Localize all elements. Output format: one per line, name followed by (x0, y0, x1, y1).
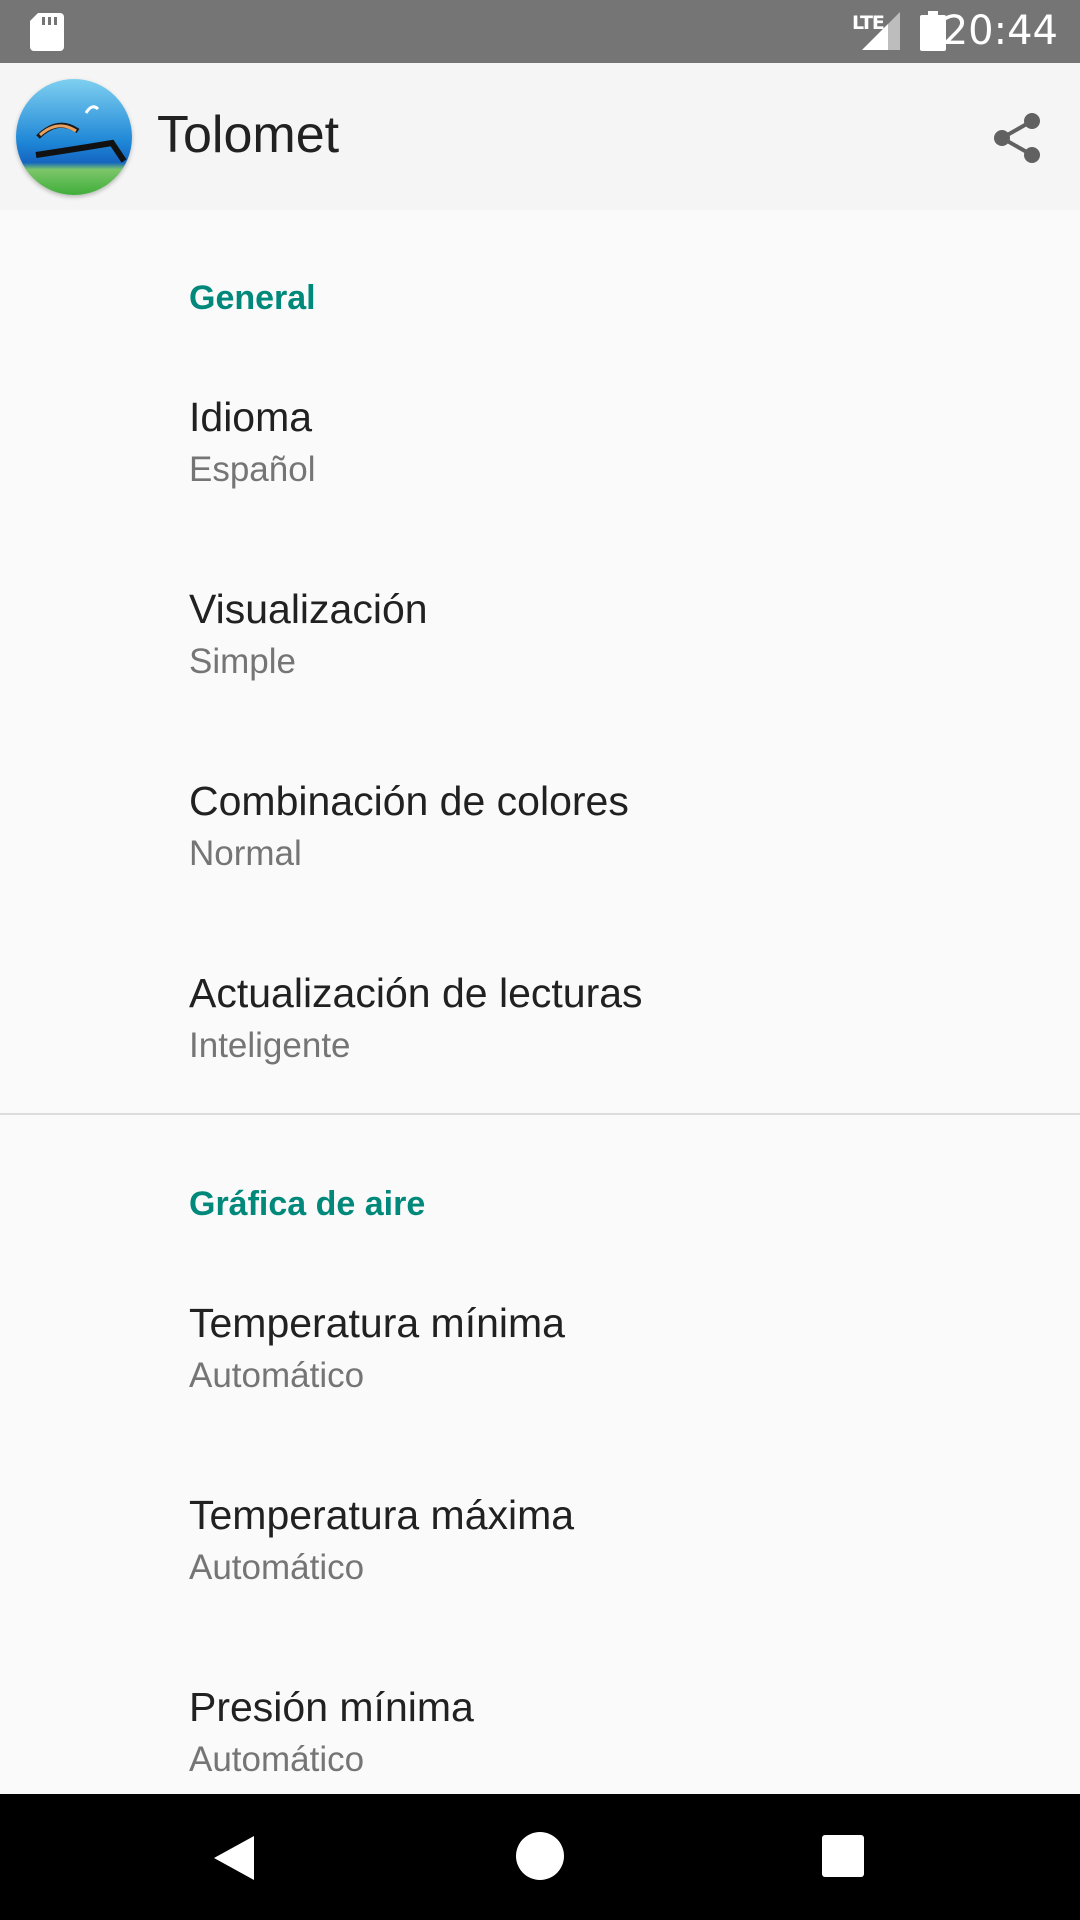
pref-idioma[interactable]: Idioma Español (0, 394, 1080, 586)
pref-summary: Automático (189, 1356, 365, 1395)
app-title: Tolomet (157, 106, 340, 164)
sd-card-icon (30, 13, 64, 51)
app-logo (16, 79, 132, 195)
signal-icon (862, 12, 900, 50)
pref-summary: Automático (189, 1548, 365, 1587)
pref-presion-minima[interactable]: Presión mínima Automático (0, 1684, 1080, 1794)
pref-title: Combinación de colores (189, 778, 629, 824)
pref-combinacion-colores[interactable]: Combinación de colores Normal (0, 778, 1080, 970)
preferences-list: General Idioma Español Visualización Sim… (0, 210, 1080, 1794)
share-button[interactable] (982, 103, 1052, 173)
section-divider (0, 1113, 1080, 1115)
pref-actualizacion-lecturas[interactable]: Actualización de lecturas Inteligente (0, 970, 1080, 1162)
section-header-general: General (189, 279, 316, 317)
pref-title: Temperatura máxima (189, 1492, 575, 1538)
status-bar: LTE 20:44 (0, 0, 1080, 63)
navigation-bar (0, 1794, 1080, 1920)
pref-summary: Inteligente (189, 1026, 351, 1065)
pref-temperatura-minima[interactable]: Temperatura mínima Automático (0, 1300, 1080, 1492)
section-header-grafica-aire: Gráfica de aire (189, 1185, 426, 1223)
app-bar: Tolomet (0, 63, 1080, 210)
pref-summary: Automático (189, 1740, 365, 1779)
pref-summary: Simple (189, 642, 296, 681)
pref-title: Presión mínima (189, 1684, 474, 1730)
pref-title: Idioma (189, 394, 313, 440)
tolomet-logo-icon (16, 79, 132, 195)
home-icon[interactable] (516, 1832, 564, 1880)
recents-icon[interactable] (822, 1835, 864, 1877)
pref-title: Visualización (189, 586, 428, 632)
share-icon (994, 113, 1040, 163)
pref-summary: Normal (189, 834, 302, 873)
pref-title: Actualización de lecturas (189, 970, 643, 1016)
pref-temperatura-maxima[interactable]: Temperatura máxima Automático (0, 1492, 1080, 1684)
pref-visualizacion[interactable]: Visualización Simple (0, 586, 1080, 778)
pref-title: Temperatura mínima (189, 1300, 565, 1346)
pref-summary: Español (189, 450, 316, 489)
status-clock: 20:44 (942, 8, 1058, 54)
back-icon[interactable] (210, 1832, 262, 1884)
